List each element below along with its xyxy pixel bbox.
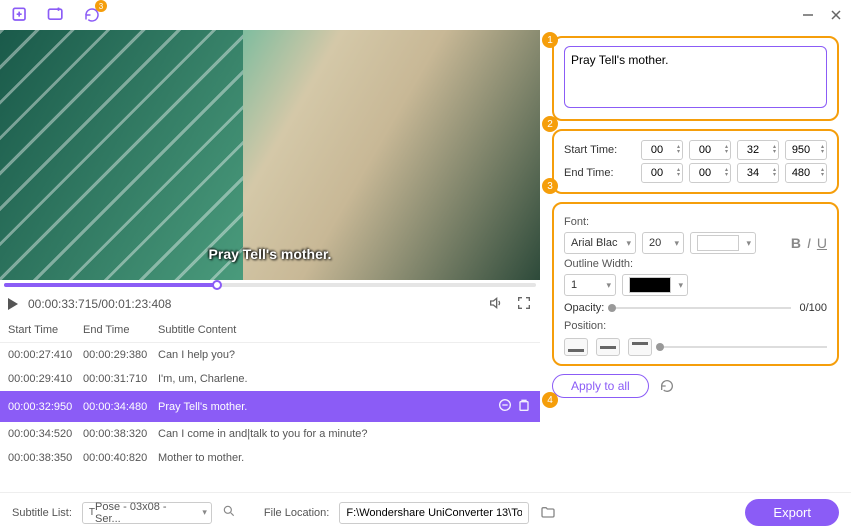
table-row[interactable]: 00:00:29:41000:00:31:710I'm, um, Charlen… (0, 367, 540, 391)
opacity-label: Opacity: (564, 302, 604, 314)
badge-count: 3 (95, 0, 107, 12)
subtitle-list-select[interactable]: T Pose - 03x08 - Ser... (82, 502, 212, 524)
start-ms[interactable]: ▴▾ (785, 140, 827, 160)
outline-label: Outline Width: (564, 258, 827, 270)
end-ms[interactable]: ▴▾ (785, 163, 827, 183)
start-time-label: Start Time: (564, 144, 626, 156)
step-marker-1: 1 (542, 32, 558, 48)
timecode: 00:00:33:715/00:01:23:408 (28, 297, 171, 311)
step-marker-4: 4 (542, 392, 558, 408)
opacity-value: 0/100 (799, 302, 827, 314)
export-button[interactable]: Export (745, 499, 839, 526)
video-caption: Pray Tell's mother. (209, 246, 332, 262)
opacity-slider[interactable] (612, 307, 791, 309)
position-slider[interactable] (660, 346, 827, 348)
end-min[interactable]: ▴▾ (689, 163, 731, 183)
outline-width-select[interactable]: 1 (564, 274, 616, 296)
end-hour[interactable]: ▴▾ (641, 163, 683, 183)
folder-icon[interactable] (539, 505, 557, 521)
header-content: Subtitle Content (158, 324, 532, 336)
step-marker-3: 3 (542, 178, 558, 194)
position-bottom[interactable] (564, 338, 588, 356)
subtitle-text-panel (552, 36, 839, 121)
subtitle-text-input[interactable] (564, 46, 827, 108)
add-file-icon[interactable] (8, 3, 32, 27)
search-icon[interactable] (222, 504, 236, 521)
minimize-button[interactable] (801, 8, 815, 22)
outline-color-select[interactable] (622, 274, 688, 296)
font-color-select[interactable] (690, 232, 756, 254)
font-panel: Font: Arial Blac 20 B I U Outline Width:… (552, 202, 839, 366)
fullscreen-icon[interactable] (516, 295, 532, 314)
header-end: End Time (83, 324, 158, 336)
font-label: Font: (564, 216, 827, 228)
table-row[interactable]: 00:00:27:41000:00:29:380Can I help you? (0, 343, 540, 367)
titlebar: 3 (0, 0, 851, 30)
left-panel: Pray Tell's mother. 00:00:33:715/00:01:2… (0, 30, 540, 492)
underline-button[interactable]: U (817, 235, 827, 251)
footer: Subtitle List: T Pose - 03x08 - Ser... F… (0, 492, 851, 532)
video-preview[interactable]: Pray Tell's mother. (0, 30, 540, 280)
end-sec[interactable]: ▴▾ (737, 163, 779, 183)
progress-bar[interactable] (0, 280, 540, 290)
header-start: Start Time (8, 324, 83, 336)
reset-icon[interactable] (659, 378, 675, 394)
font-size-select[interactable]: 20 (642, 232, 684, 254)
end-time-label: End Time: (564, 167, 626, 179)
italic-button[interactable]: I (807, 235, 811, 251)
position-top[interactable] (628, 338, 652, 356)
table-row[interactable]: 00:00:32:95000:00:34:480Pray Tell's moth… (0, 391, 540, 422)
right-panel: 1 2 3 4 Start Time: ▴▾ ▴▾ ▴▾ ▴▾ End Time… (540, 30, 851, 492)
table-row[interactable]: 00:00:38:35000:00:40:820Mother to mother… (0, 446, 540, 470)
apply-to-all-button[interactable]: Apply to all (552, 374, 649, 398)
position-middle[interactable] (596, 338, 620, 356)
bold-button[interactable]: B (791, 235, 801, 251)
play-button[interactable] (8, 298, 18, 310)
start-hour[interactable]: ▴▾ (641, 140, 683, 160)
font-name-select[interactable]: Arial Blac (564, 232, 636, 254)
add-subtitle-icon[interactable] (44, 3, 68, 27)
refresh-icon[interactable]: 3 (80, 3, 104, 27)
start-sec[interactable]: ▴▾ (737, 140, 779, 160)
step-marker-2: 2 (542, 116, 558, 132)
subtitle-table-header: Start Time End Time Subtitle Content (0, 318, 540, 343)
file-location-input[interactable] (339, 502, 529, 524)
volume-icon[interactable] (488, 295, 504, 314)
close-button[interactable] (829, 8, 843, 22)
subtitle-rows: 00:00:27:41000:00:29:380Can I help you?0… (0, 343, 540, 479)
table-row[interactable]: 00:00:34:52000:00:38:320Can I come in an… (0, 422, 540, 446)
subtitle-list-label: Subtitle List: (12, 507, 72, 519)
playback-controls: 00:00:33:715/00:01:23:408 (0, 290, 540, 318)
time-panel: Start Time: ▴▾ ▴▾ ▴▾ ▴▾ End Time: ▴▾ ▴▾ … (552, 129, 839, 194)
position-label: Position: (564, 320, 827, 332)
start-min[interactable]: ▴▾ (689, 140, 731, 160)
file-location-label: File Location: (264, 507, 329, 519)
